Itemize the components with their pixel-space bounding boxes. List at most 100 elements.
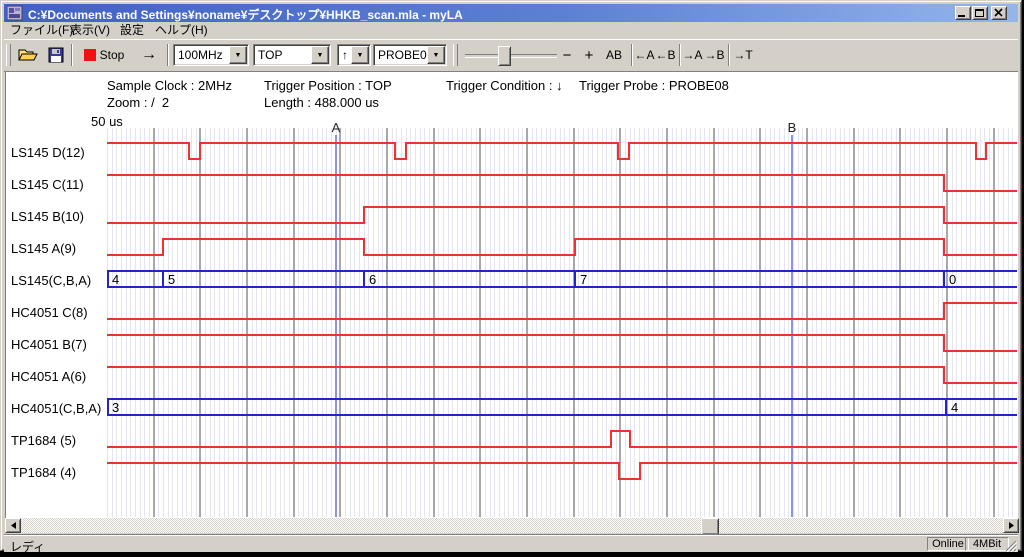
menu-help[interactable]: ヘルプ(H) <box>153 23 210 38</box>
digital-trace <box>107 303 1017 319</box>
bus-value: 3 <box>112 400 119 415</box>
chevron-down-icon[interactable]: ▼ <box>311 46 329 64</box>
toolbar-separator <box>631 44 633 66</box>
resize-grip[interactable] <box>1005 539 1017 557</box>
channel-label: LS145(C,B,A) <box>11 273 91 288</box>
channel-label: LS145 D(12) <box>11 145 85 160</box>
channel-label: TP1684 (4) <box>11 465 76 480</box>
ab-button[interactable]: AB <box>601 43 627 67</box>
channel-label: LS145 A(9) <box>11 241 76 256</box>
info-length: Length : 488.000 us <box>264 95 379 110</box>
arrow-left-icon <box>9 521 18 530</box>
chevron-down-icon[interactable]: ▼ <box>427 46 445 64</box>
bus-value: 5 <box>168 272 175 287</box>
digital-trace <box>107 367 1017 383</box>
bus-value: 7 <box>580 272 587 287</box>
info-trigger-position: Trigger Position : TOP <box>264 78 392 93</box>
scrollbar-thumb[interactable] <box>701 518 719 535</box>
toolbar-separator <box>167 44 169 66</box>
close-button[interactable] <box>991 6 1007 20</box>
channel-label: LS145 B(10) <box>11 209 84 224</box>
info-trigger-condition: Trigger Condition : ↓ <box>446 78 563 93</box>
bus-value: 6 <box>369 272 376 287</box>
trigger-edge-combobox[interactable]: ↑ ▼ <box>337 44 371 66</box>
bus-trace <box>107 271 1017 287</box>
channel-label: HC4051 B(7) <box>11 337 87 352</box>
stop-icon <box>84 49 96 61</box>
probe-combobox[interactable]: PROBE00 ▼ <box>373 44 447 66</box>
scroll-right-button[interactable] <box>1003 518 1019 533</box>
menu-file[interactable]: ファイル(F) <box>8 23 75 38</box>
save-icon <box>48 47 64 63</box>
zoom-out-button[interactable]: − <box>557 43 577 67</box>
slider-thumb[interactable] <box>498 46 511 66</box>
run-button[interactable]: → <box>135 43 163 67</box>
minimize-button[interactable] <box>955 6 971 20</box>
trigger-position-value: TOP <box>254 48 311 62</box>
menubar: ファイル(F) 表示(V) 設定 ヘルプ(H) <box>4 22 1018 39</box>
bus-value: 4 <box>112 272 119 287</box>
titlebar[interactable]: C:¥Documents and Settings¥noname¥デスクトップ¥… <box>4 4 1018 22</box>
channel-label: HC4051(C,B,A) <box>11 401 101 416</box>
probe-combobox-value: PROBE00 <box>374 48 427 62</box>
status-online-badge: Online <box>927 537 969 551</box>
statusbar: レディ Online 4MBit <box>4 534 1018 552</box>
digital-trace <box>107 207 1017 223</box>
zoom-in-button[interactable]: + <box>579 43 599 67</box>
status-ready-text: レディ <box>10 538 45 555</box>
clock-combobox[interactable]: 100MHz ▼ <box>173 44 249 66</box>
stop-button[interactable]: Stop <box>79 43 129 67</box>
toolbar-separator <box>679 44 681 66</box>
goto-marker-a-right-button[interactable]: →A <box>682 43 703 67</box>
app-icon <box>7 5 23 21</box>
chevron-down-icon[interactable]: ▼ <box>229 46 247 64</box>
window-title: C:¥Documents and Settings¥noname¥デスクトップ¥… <box>28 6 463 23</box>
menu-view[interactable]: 表示(V) <box>68 23 112 38</box>
bus-value: 0 <box>949 272 956 287</box>
channel-label: TP1684 (5) <box>11 433 76 448</box>
digital-trace <box>107 463 1017 479</box>
clock-combobox-value: 100MHz <box>174 48 229 62</box>
menu-settings[interactable]: 設定 <box>118 23 146 38</box>
open-file-button[interactable] <box>15 43 41 67</box>
maximize-icon <box>974 8 986 18</box>
grid <box>108 128 1013 517</box>
save-button[interactable] <box>43 43 69 67</box>
toolbar-separator <box>728 44 730 66</box>
signal-traces: 4 5 6 7 0 3 4 <box>107 143 1017 479</box>
zoom-slider[interactable] <box>465 43 557 67</box>
waveform-canvas[interactable]: A B 4 5 6 7 0 3 4 <box>107 111 1017 518</box>
open-folder-icon <box>18 47 38 63</box>
digital-trace <box>107 335 1017 351</box>
scroll-left-button[interactable] <box>5 518 21 533</box>
minimize-icon <box>957 8 969 18</box>
info-sample-clock: Sample Clock : 2MHz <box>107 78 232 93</box>
digital-trace <box>107 175 1017 191</box>
stop-label: Stop <box>100 48 125 62</box>
digital-trace <box>107 239 1017 255</box>
channel-label: HC4051 A(6) <box>11 369 86 384</box>
chevron-down-icon[interactable]: ▼ <box>351 46 369 64</box>
maximize-button[interactable] <box>972 6 988 20</box>
app-window: C:¥Documents and Settings¥noname¥デスクトップ¥… <box>0 0 1022 551</box>
toolbar-separator <box>71 44 73 66</box>
trigger-edge-value: ↑ <box>338 48 351 62</box>
toolbar: Stop → 100MHz ▼ TOP ▼ ↑ ▼ PROBE00 ▼ − + <box>4 39 1018 72</box>
bus-value: 4 <box>951 400 958 415</box>
toolbar-grip[interactable] <box>453 44 458 66</box>
goto-marker-b-left-button[interactable]: ←B <box>655 43 676 67</box>
toolbar-grip[interactable] <box>6 44 11 66</box>
digital-trace <box>107 431 1017 447</box>
horizontal-scrollbar[interactable] <box>5 518 1019 533</box>
goto-marker-b-right-button[interactable]: →B <box>704 43 725 67</box>
slider-track <box>465 54 557 58</box>
goto-trigger-button[interactable]: →T <box>732 43 754 67</box>
marker-label: B <box>788 120 797 135</box>
channel-label: HC4051 C(8) <box>11 305 88 320</box>
channel-label: LS145 C(11) <box>11 177 84 192</box>
marker-label: A <box>332 120 341 135</box>
arrow-right-icon <box>1007 521 1016 530</box>
goto-marker-a-left-button[interactable]: ←A <box>634 43 655 67</box>
run-arrow-icon: → <box>141 46 157 64</box>
trigger-position-combobox[interactable]: TOP ▼ <box>253 44 331 66</box>
